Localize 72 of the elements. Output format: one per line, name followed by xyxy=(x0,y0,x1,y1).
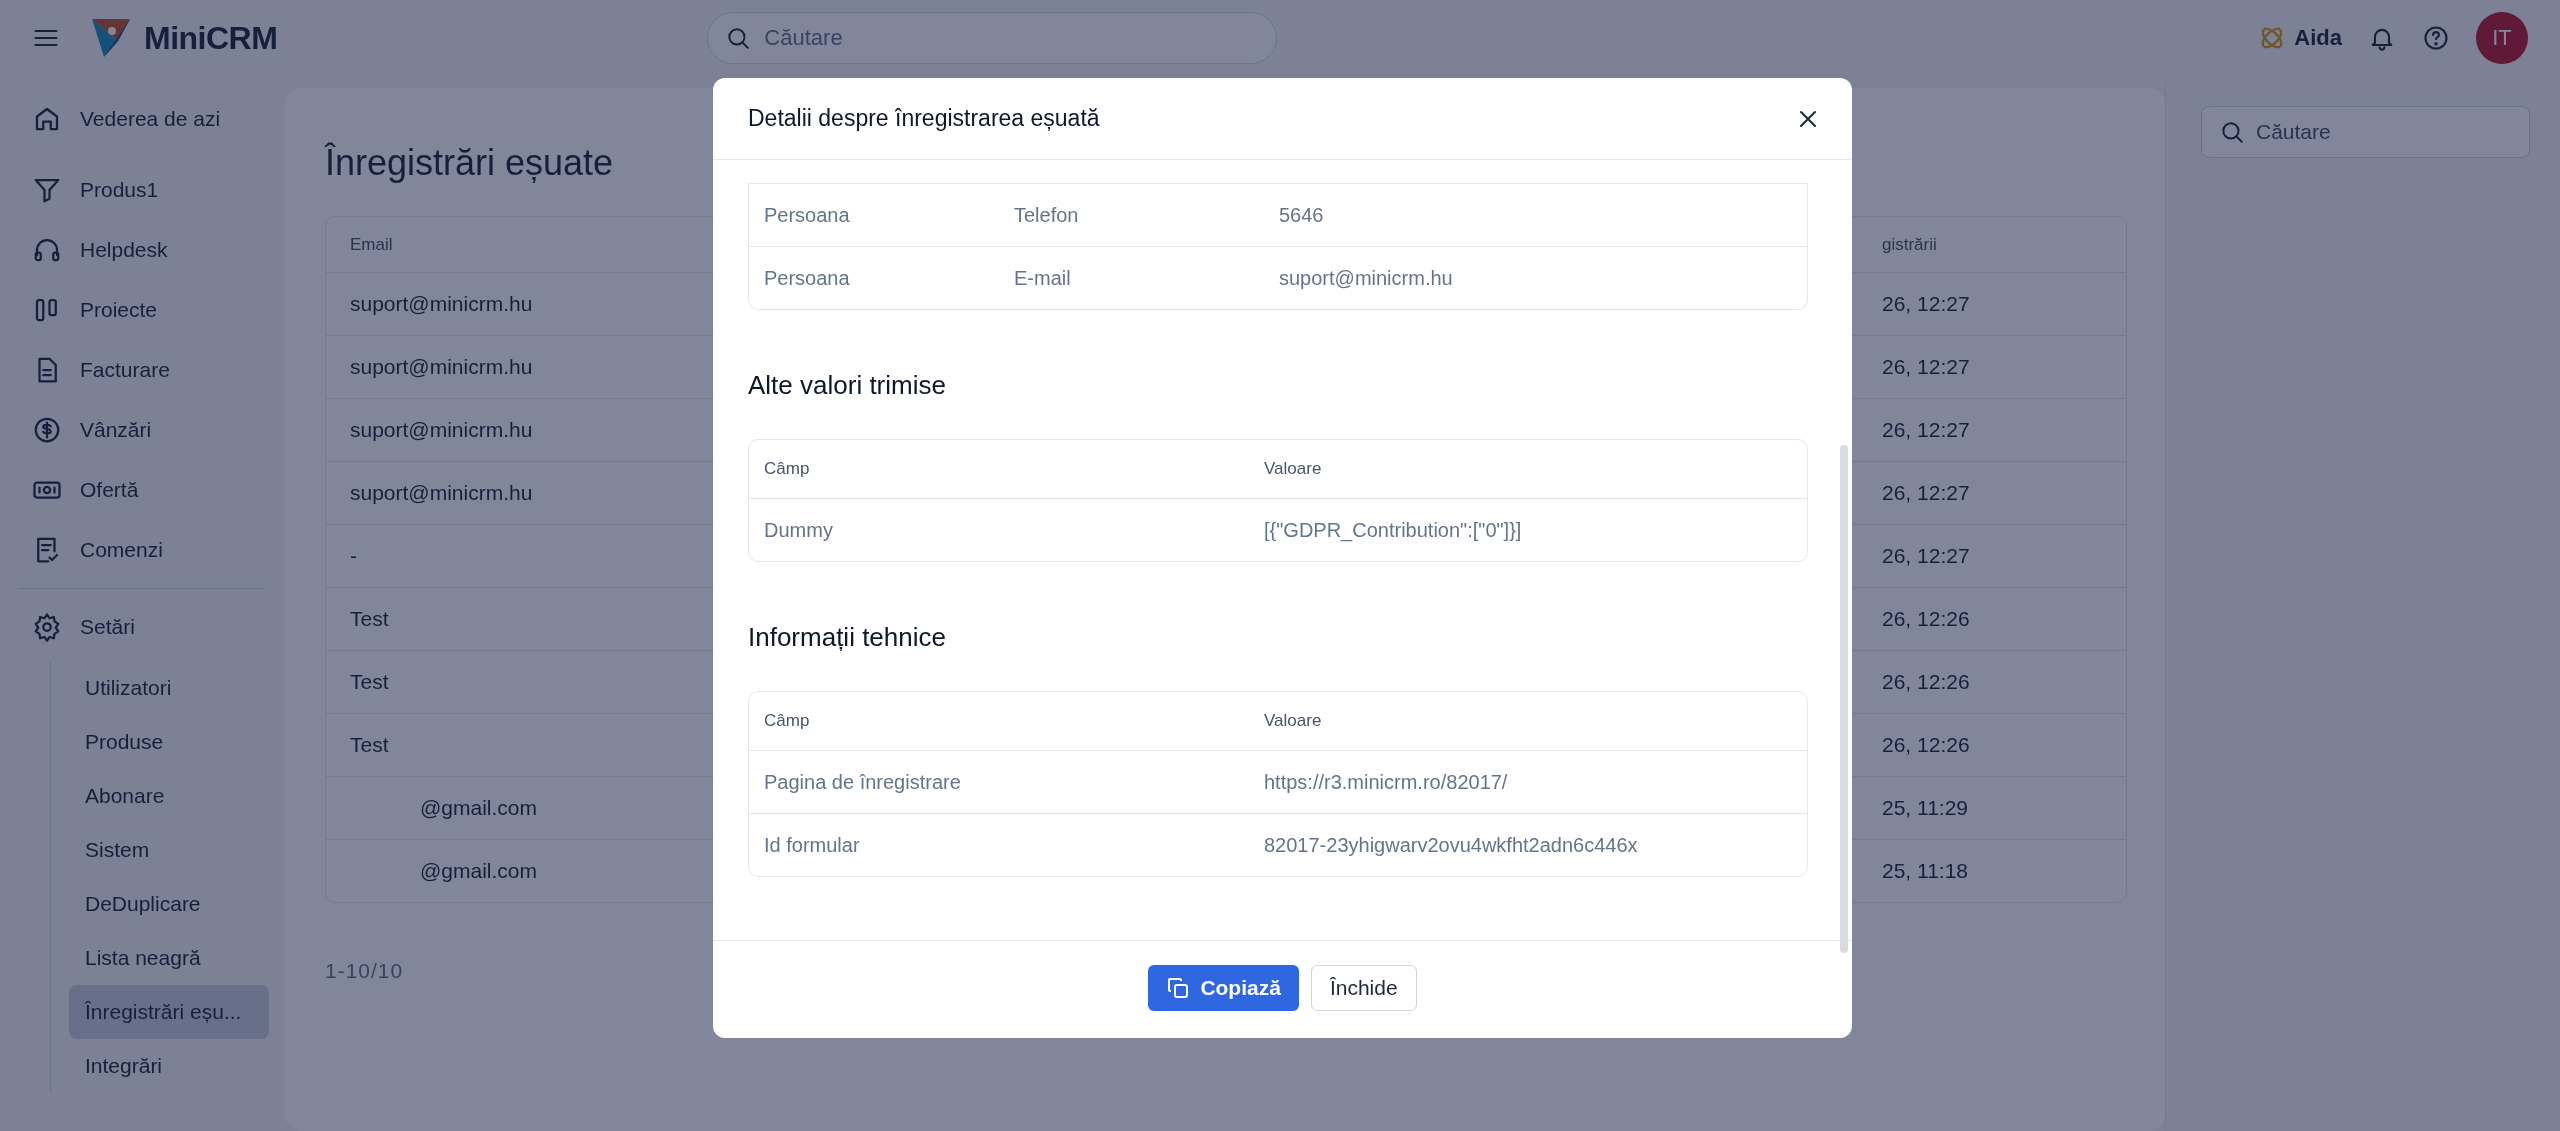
table-cell-text: 5646 xyxy=(1278,203,1325,227)
table-cell-text: - xyxy=(349,544,358,568)
table-cell-text: Persoana xyxy=(763,203,851,227)
column-header: Câmp xyxy=(763,711,811,731)
sidebar-item[interactable]: Helpdesk xyxy=(32,220,285,280)
table-cell-text: Telefon xyxy=(1013,203,1080,227)
table-cell-text: 26, 12:27 xyxy=(1881,481,1971,505)
table-cell-text: @gmail.com xyxy=(419,859,538,883)
table-cell-text: Dummy xyxy=(763,518,834,542)
sidebar-item[interactable]: Ofertă xyxy=(32,460,285,520)
table-cell-text: suport@minicrm.hu xyxy=(349,355,534,379)
table-cell-text: 82017-23yhigwarv2ovu4wkfht2adn6c446x xyxy=(1264,833,1639,857)
table-cell-text: 26, 12:26 xyxy=(1881,670,1971,694)
brand-name: MiniCRM xyxy=(144,19,278,57)
section-heading: Informații tehnice xyxy=(748,622,947,653)
column-header: Câmp xyxy=(763,459,811,479)
column-header: Valoare xyxy=(1264,459,1323,479)
table-cell-text: suport@minicrm.hu xyxy=(1278,266,1454,290)
gear-icon xyxy=(32,612,62,642)
table-cell-text: 25, 11:29 xyxy=(1881,796,1970,820)
pagination-count: 1-10/10 xyxy=(325,959,405,983)
table-cell-text: 26, 12:26 xyxy=(1881,733,1971,757)
column-header: Email xyxy=(349,234,394,255)
copy-icon xyxy=(1166,975,1191,1000)
assistant-button[interactable]: Aida xyxy=(2258,24,2342,52)
sidebar-item[interactable]: Setări xyxy=(32,597,285,657)
page-title: Înregistrări eșuate xyxy=(325,142,615,184)
copy-button[interactable]: Copiază xyxy=(1148,964,1299,1011)
table-cell-text: https://r3.minicrm.ro/82017/ xyxy=(1264,770,1509,794)
table-cell-text: [{"GDPR_Contribution":["0"]}] xyxy=(1264,518,1523,542)
sidebar-subitem[interactable]: Sistem xyxy=(69,823,269,877)
table-cell-text: @gmail.com xyxy=(419,796,538,820)
help-icon xyxy=(2422,24,2450,52)
sidebar-subitem[interactable]: Abonare xyxy=(69,769,269,823)
sidebar-subitem[interactable]: Înregistrări eșu... xyxy=(69,985,269,1039)
table-cell-text: Test xyxy=(349,607,390,631)
table-cell-text: 26, 12:27 xyxy=(1881,544,1971,568)
sidebar-subitem[interactable]: Integrări xyxy=(69,1039,269,1093)
sidebar-item[interactable]: Vânzări xyxy=(32,400,285,460)
column-header: Valoare xyxy=(1264,711,1323,731)
search-field[interactable]: Căutare xyxy=(707,12,1278,64)
sidebar-subitem[interactable]: Produse xyxy=(69,715,269,769)
table-cell-text: suport@minicrm.hu xyxy=(349,481,534,505)
table-cell-text: Id formular xyxy=(763,833,861,857)
table-cell-text: Pagina de înregistrare xyxy=(763,770,962,794)
table-cell-text: 26, 12:27 xyxy=(1881,355,1971,379)
dollar-icon xyxy=(32,415,62,445)
table-cell-text: 26, 12:26 xyxy=(1881,607,1971,631)
table-cell-text: 26, 12:27 xyxy=(1881,418,1971,442)
user-avatar[interactable]: IT xyxy=(2476,12,2528,64)
dialog-title: Detalii despre înregistrarea eșuată xyxy=(748,105,1100,132)
sidebar-subitem[interactable]: DeDuplicare xyxy=(69,877,269,931)
search-field[interactable]: Căutare xyxy=(2201,106,2530,158)
sidebar-item[interactable]: Vederea de azi xyxy=(32,84,285,154)
close-dialog-button[interactable]: Închide xyxy=(1310,964,1417,1011)
sidebar-item[interactable]: Produs1 xyxy=(32,160,285,220)
scrollbar-thumb[interactable] xyxy=(1840,445,1848,953)
table-cell-text: suport@minicrm.hu xyxy=(349,292,534,316)
sidebar-item[interactable]: Facturare xyxy=(32,340,285,400)
column-header: gistrării xyxy=(1881,234,1938,255)
section-heading: Alte valori trimise xyxy=(748,370,947,401)
table-cell-text: Persoana xyxy=(763,266,851,290)
table-cell-text: E-mail xyxy=(1013,266,1072,290)
table-cell-text: 25, 11:18 xyxy=(1881,859,1970,883)
sidebar-subitem[interactable]: Lista neagră xyxy=(69,931,269,985)
table-cell-text: Test xyxy=(349,733,390,757)
sidebar-subitem[interactable]: Utilizatori xyxy=(69,661,269,715)
table-cell-text: 26, 12:27 xyxy=(1881,292,1971,316)
table-cell-text: Test xyxy=(349,670,390,694)
table-cell-text: suport@minicrm.hu xyxy=(349,418,534,442)
sidebar-item[interactable]: Proiecte xyxy=(32,280,285,340)
sidebar-item[interactable]: Comenzi xyxy=(32,520,285,580)
